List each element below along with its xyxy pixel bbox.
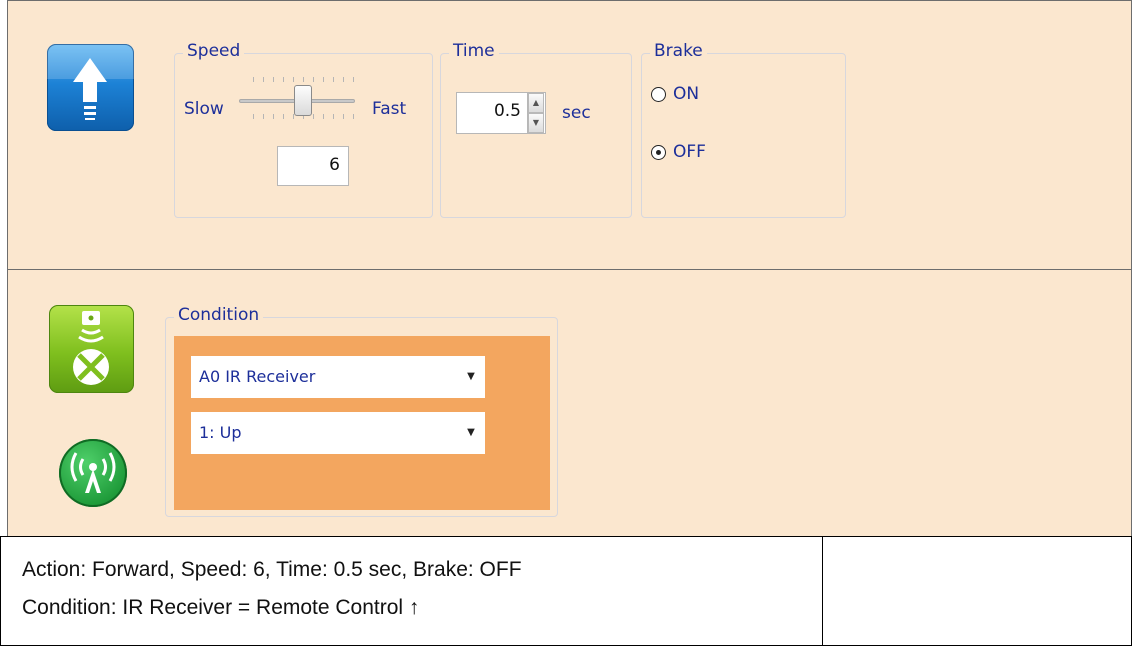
action-description: Action: Forward, Speed: 6, Time: 0.5 sec… xyxy=(22,558,522,581)
description-cell: Action: Forward, Speed: 6, Time: 0.5 sec… xyxy=(0,536,823,646)
speed-slider-thumb[interactable] xyxy=(294,85,312,116)
condition-panel: Condition A0 IR Receiver ▼ 1: Up ▼ xyxy=(7,270,1132,536)
condition-title: Condition xyxy=(174,304,264,326)
condition-description: Condition: IR Receiver = Remote Control … xyxy=(22,596,420,619)
brake-on-radio[interactable] xyxy=(651,87,666,102)
fast-label: Fast xyxy=(372,99,407,119)
time-unit: sec xyxy=(562,103,591,123)
time-group: Time 0.5 ▲ ▼ sec xyxy=(440,40,632,218)
brake-title: Brake xyxy=(650,40,707,62)
value-select-value: 1: Up xyxy=(199,423,242,442)
empty-cell xyxy=(822,536,1132,646)
spin-down-icon[interactable]: ▼ xyxy=(528,113,544,133)
speed-title: Speed xyxy=(183,40,245,62)
brake-group: Brake ON OFF xyxy=(641,40,846,218)
condition-group: Condition A0 IR Receiver ▼ 1: Up ▼ xyxy=(165,304,558,517)
value-select[interactable]: 1: Up ▼ xyxy=(191,412,485,454)
speed-value-field[interactable]: 6 xyxy=(277,146,349,186)
condition-box: A0 IR Receiver ▼ 1: Up ▼ xyxy=(174,336,550,510)
brake-off-label: OFF xyxy=(673,142,706,162)
ir-receiver-icon[interactable] xyxy=(49,305,134,393)
brake-on-label: ON xyxy=(673,84,700,104)
dropdown-arrow-icon[interactable]: ▼ xyxy=(457,412,485,454)
wireless-signal-icon[interactable] xyxy=(59,439,127,507)
slow-label: Slow xyxy=(184,99,224,119)
speed-group: Speed Slow Fast 6 xyxy=(174,40,433,218)
time-spinner[interactable]: ▲ ▼ xyxy=(527,93,544,133)
arrow-up-icon[interactable] xyxy=(47,44,134,131)
sensor-select[interactable]: A0 IR Receiver ▼ xyxy=(191,356,485,398)
time-title: Time xyxy=(449,40,499,62)
spin-up-icon[interactable]: ▲ xyxy=(528,93,544,113)
brake-off-radio[interactable] xyxy=(651,145,666,160)
sensor-select-value: A0 IR Receiver xyxy=(199,367,316,386)
dropdown-arrow-icon[interactable]: ▼ xyxy=(457,356,485,398)
description-table: Action: Forward, Speed: 6, Time: 0.5 sec… xyxy=(0,536,1132,646)
slider-ticks-top xyxy=(253,77,357,82)
action-panel: Speed Slow Fast 6 Time 0.5 ▲ ▼ sec Brake… xyxy=(7,0,1132,270)
